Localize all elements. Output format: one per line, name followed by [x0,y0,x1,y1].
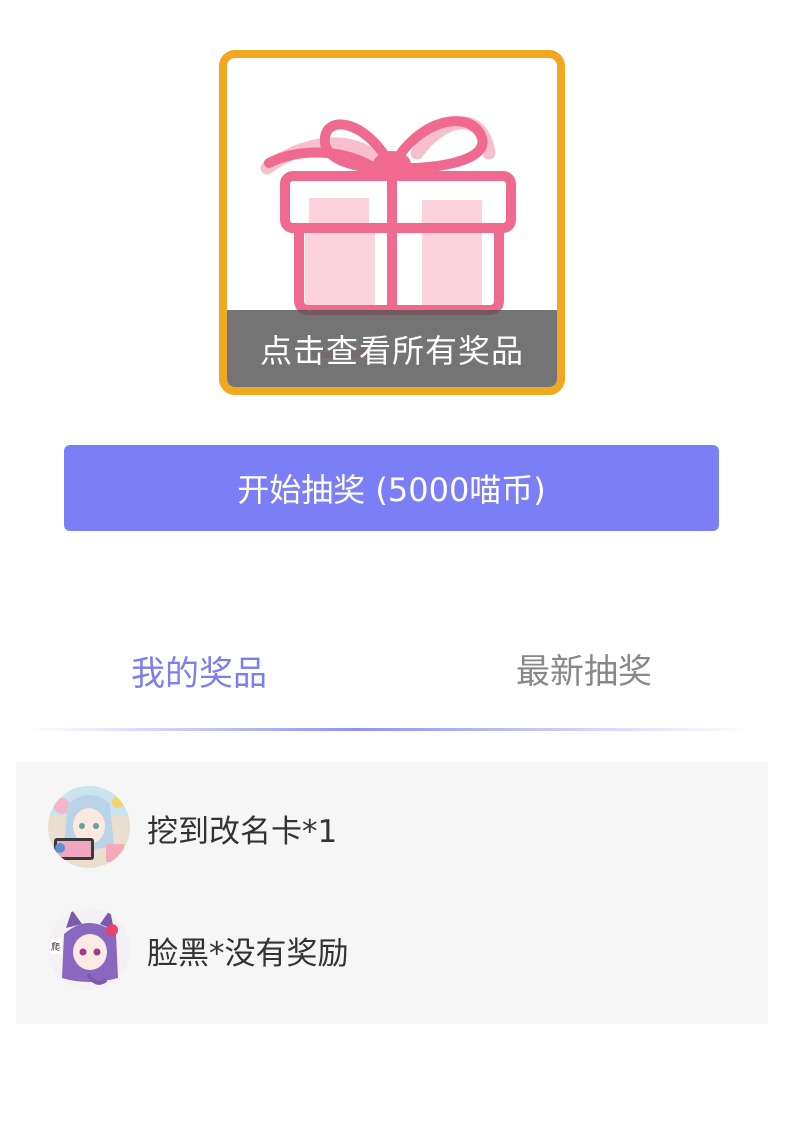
start-draw-button[interactable]: 开始抽奖 (5000喵币) [64,445,719,531]
avatar [48,786,130,868]
tab-latest-draws[interactable]: 最新抽奖 [516,644,652,693]
list-item: 挖到改名卡*1 [16,786,768,886]
lottery-page: 点击查看所有奖品 开始抽奖 (5000喵币) 我的奖品 最新抽奖 挖到改名卡*1… [0,0,800,1146]
tab-indicator-divider [30,728,750,731]
avatar: 爬 [48,908,130,990]
svg-text:爬: 爬 [51,942,60,953]
prize-text: 脸黑*没有奖励 [147,936,349,972]
prize-text: 挖到改名卡*1 [147,814,338,850]
prize-list: 挖到改名卡*1 爬 脸黑*没有奖励 [16,762,768,1024]
prize-tabs: 我的奖品 最新抽奖 [0,620,800,720]
gift-overlay: 点击查看所有奖品 [227,310,557,387]
anime-girl-avatar-icon [48,786,130,868]
view-all-prizes-label: 点击查看所有奖品 [259,331,524,370]
list-item: 爬 脸黑*没有奖励 [16,908,768,1008]
anime-catgirl-avatar-icon: 爬 [48,908,130,990]
tab-my-prizes[interactable]: 我的奖品 [131,646,267,695]
all-prizes-card[interactable]: 点击查看所有奖品 [219,50,565,395]
